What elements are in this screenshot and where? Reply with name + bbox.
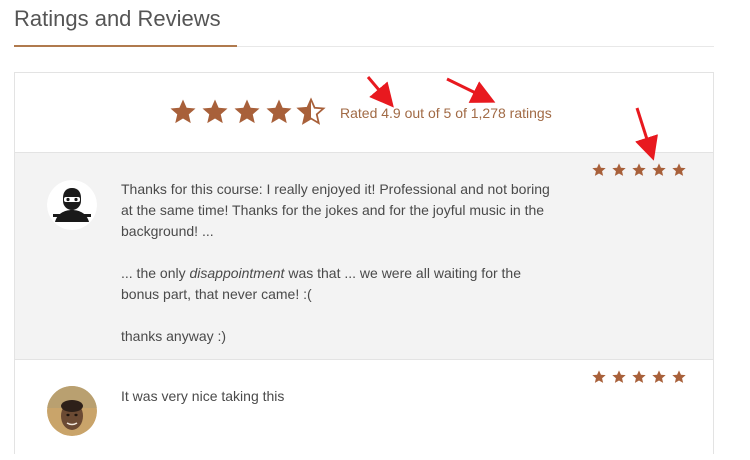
reviewer-avatar bbox=[47, 180, 97, 230]
review-body: Thanks for this course: I really enjoyed… bbox=[121, 179, 561, 347]
reviewer-avatar bbox=[47, 386, 97, 436]
star-icon bbox=[234, 99, 260, 124]
star-icon bbox=[266, 99, 292, 124]
rating-summary-text: Rated 4.9 out of 5 of 1,278 ratings bbox=[340, 105, 552, 121]
review-paragraph: It was very nice taking this bbox=[121, 388, 285, 404]
section-title: Ratings and Reviews bbox=[14, 6, 221, 31]
star-icon bbox=[170, 99, 196, 124]
masked-person-avatar-icon bbox=[47, 180, 97, 230]
star-icon bbox=[612, 370, 626, 383]
reviews-panel: Rated 4.9 out of 5 of 1,278 ratings Than… bbox=[14, 72, 714, 460]
title-accent-underline bbox=[14, 45, 237, 47]
star-icon bbox=[632, 163, 646, 176]
review-item: Thanks for this course: I really enjoyed… bbox=[15, 153, 713, 360]
review-stars bbox=[591, 162, 687, 178]
review-emphasis: disappointment bbox=[189, 265, 285, 281]
star-icon bbox=[592, 163, 606, 176]
person-photo-avatar bbox=[47, 386, 97, 436]
rating-summary: Rated 4.9 out of 5 of 1,278 ratings bbox=[15, 73, 713, 153]
star-icon bbox=[612, 163, 626, 176]
review-item: It was very nice taking this bbox=[15, 360, 713, 460]
half-star-icon bbox=[296, 97, 326, 125]
review-body: It was very nice taking this bbox=[121, 386, 561, 407]
review-stars bbox=[591, 369, 687, 385]
star-icon bbox=[672, 163, 686, 176]
summary-stars bbox=[168, 97, 326, 127]
star-icon bbox=[632, 370, 646, 383]
star-icon bbox=[652, 163, 666, 176]
review-paragraph: thanks anyway :) bbox=[121, 328, 227, 344]
review-paragraph: Thanks for this course: I really enjoyed… bbox=[121, 181, 550, 239]
star-icon bbox=[672, 370, 686, 383]
review-paragraph: ... the only disappointment was that ...… bbox=[121, 263, 561, 305]
review-text-segment: ... the only bbox=[121, 265, 190, 281]
star-icon bbox=[652, 370, 666, 383]
star-icon bbox=[202, 99, 228, 124]
star-icon bbox=[592, 370, 606, 383]
